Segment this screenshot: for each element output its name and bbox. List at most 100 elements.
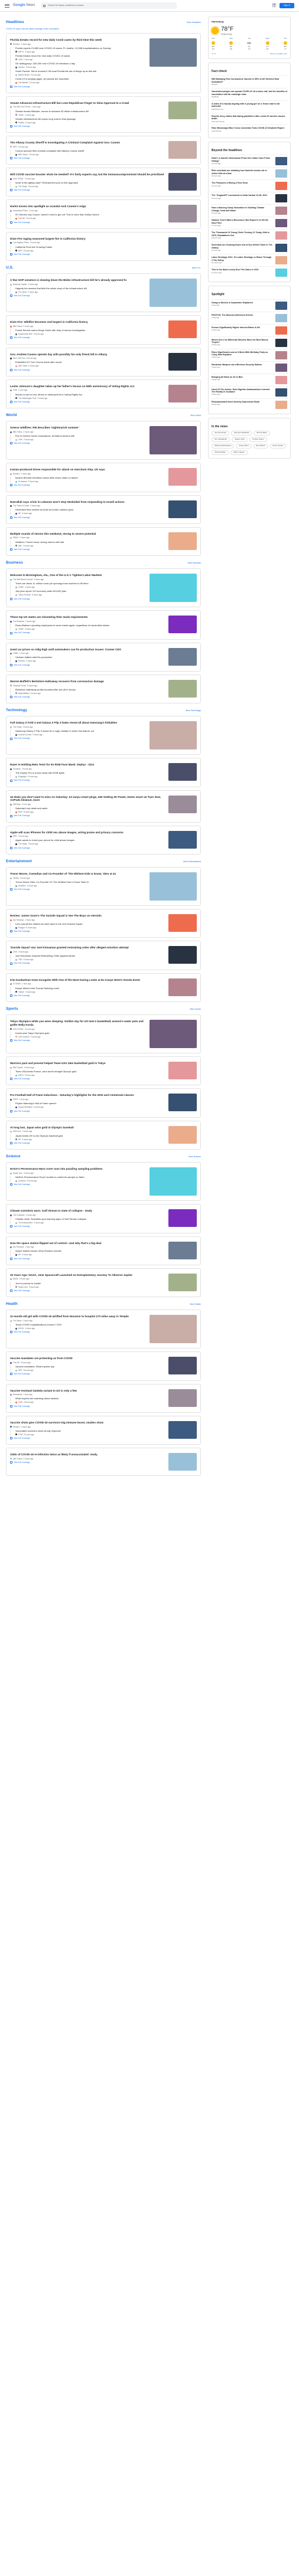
related-story-source[interactable]: Sports Illustrated [18, 1106, 32, 1108]
story-thumbnail[interactable] [168, 795, 197, 813]
view-full-coverage-link[interactable]: View Full Coverage [10, 189, 165, 192]
related-story-source[interactable]: AP [18, 512, 21, 515]
story-title[interactable]: Florida breaks record for new daily Covi… [10, 38, 146, 42]
story-title[interactable]: A few GOP senators is slowing down the B… [10, 279, 146, 282]
story-source[interactable]: Variety [13, 877, 19, 879]
topic-chip[interactable]: Kevin Durant [269, 443, 286, 449]
side-item-title[interactable]: Used Of The Actors: How Nigerian Ambassa… [212, 388, 273, 394]
side-item[interactable]: Which Gen Z to Millennial Sitcoms Have t… [212, 336, 287, 349]
side-item[interactable]: Going to Mexico in September Explained 1 … [212, 299, 287, 312]
related-story-title[interactable]: NY Women say Cuomo 'doesn't need to get … [15, 213, 165, 216]
topic-chip[interactable]: Allyson Felix [232, 437, 248, 442]
view-full-coverage-link[interactable]: View Full Coverage [10, 86, 146, 88]
story-thumbnail[interactable] [168, 468, 197, 486]
story-source[interactable]: USA TODAY [13, 1028, 24, 1030]
side-item-title[interactable]: Plane Significant Look at It Work With B… [212, 351, 273, 356]
story-thumbnail[interactable] [150, 279, 197, 307]
related-story-source[interactable]: AP [18, 1253, 21, 1256]
related-story-title[interactable]: The Zephyr Pro is a face mask with RGB l… [15, 771, 165, 774]
view-full-coverage-link[interactable]: View Full Coverage [10, 1461, 165, 1464]
related-story-source[interactable]: ESPN [18, 1074, 24, 1076]
related-story-source[interactable]: The Hill [18, 217, 25, 220]
story-title[interactable]: Kim Kardashian Goes Incognito With One o… [10, 978, 165, 982]
view-full-coverage-link[interactable]: View Full Coverage [10, 994, 165, 997]
hamburger-menu-icon[interactable] [5, 4, 9, 8]
story-thumbnail[interactable] [150, 1315, 197, 1344]
side-item[interactable]: Bringing All Back on 40 or Bits 4 days ag… [212, 373, 287, 386]
story-title[interactable]: 'Suicide Squad' star Joel Kinnaman grant… [10, 946, 165, 950]
story-source[interactable]: Fox Business [13, 620, 24, 623]
section-more-link[interactable]: More Sports [190, 1008, 201, 1010]
story-thumbnail[interactable] [168, 101, 197, 119]
side-item[interactable]: Plane Significant Look at It Work With B… [212, 348, 287, 361]
view-full-coverage-link[interactable]: View Full Coverage [10, 930, 165, 933]
story-thumbnail[interactable] [168, 763, 197, 781]
search-input[interactable]: Search for topics, locations & sources [41, 2, 177, 9]
side-item-thumbnail[interactable] [275, 301, 287, 310]
related-story-source[interactable]: CNN [18, 1401, 22, 1403]
related-story-title[interactable]: Senate infrastructure bill opens long ro… [15, 117, 165, 120]
related-story-source[interactable]: STAT [18, 1433, 23, 1436]
story-title[interactable]: Review: James Gunn's The Suicide Squad i… [10, 914, 165, 918]
view-full-coverage-link[interactable]: View Full Coverage [10, 631, 165, 634]
story-thumbnail[interactable] [168, 532, 197, 550]
section-more-link[interactable]: More Health [190, 1303, 201, 1305]
story-source[interactable]: The Hill [13, 1361, 20, 1364]
side-item-title[interactable]: The "Sugarcliff" investment is Delta Var… [212, 194, 273, 197]
story-thumbnail[interactable] [168, 1125, 197, 1144]
story-source[interactable]: Newsweek [13, 1393, 22, 1396]
story-thumbnail[interactable] [168, 647, 197, 666]
related-story-source[interactable]: The Verge [18, 843, 27, 845]
story-title[interactable]: How the space station flipped out of con… [10, 1242, 165, 1245]
side-item[interactable]: Rebroadcasted Novel Anxiety Depression B… [212, 398, 287, 411]
story-thumbnail[interactable] [150, 574, 197, 603]
story-source[interactable]: E! Online [13, 983, 21, 985]
related-story-title[interactable]: Fire in Greece forces evacuations, threa… [15, 434, 146, 437]
covid-banner-link[interactable]: COVID-19 news: See the latest coverage o… [6, 28, 201, 30]
story-thumbnail[interactable] [168, 1389, 197, 1407]
related-story-title[interactable]: Space station thrown off by Russian modu… [15, 1249, 165, 1252]
side-item-thumbnail[interactable] [275, 219, 287, 228]
story-source[interactable]: Ars Technica [13, 919, 24, 921]
view-full-coverage-link[interactable]: View Full Coverage [10, 1331, 146, 1334]
view-full-coverage-link[interactable]: View Full Coverage [10, 336, 165, 339]
related-story-source[interactable]: MarketWatch [18, 692, 30, 695]
section-more-link[interactable]: More Business [188, 562, 201, 564]
section-title[interactable]: Sports [6, 1007, 18, 1012]
story-thumbnail[interactable] [168, 500, 197, 518]
story-title[interactable]: Welcome to Birmingham, Ala., One of the … [10, 574, 146, 577]
story-source[interactable]: BBC News [13, 431, 22, 433]
section-more-link[interactable]: More Headlines [187, 21, 201, 24]
story-source[interactable]: CNN [13, 951, 17, 953]
story-source[interactable]: Ars Technica [13, 1246, 24, 1248]
view-full-coverage-link[interactable]: View Full Coverage [10, 696, 165, 698]
story-source[interactable]: Business Insider [13, 283, 27, 286]
view-full-coverage-link[interactable]: View Full Coverage [10, 1373, 165, 1376]
story-source[interactable]: Gizmodo [13, 768, 21, 770]
related-story-source[interactable]: Golf Channel [18, 1036, 30, 1038]
story-thumbnail[interactable] [168, 1094, 197, 1112]
related-story-source[interactable]: Sacramento Bee [18, 333, 32, 335]
side-item-thumbnail[interactable] [275, 388, 287, 397]
section-title[interactable]: U.S. [6, 266, 14, 270]
side-item-thumbnail[interactable] [275, 207, 287, 215]
section-title[interactable]: Health [6, 1302, 18, 1307]
related-story-title[interactable]: California Fires Are Growing Faster [15, 246, 165, 248]
section-more-link[interactable]: More U.S. [192, 267, 201, 269]
side-item[interactable]: Elite scientists are debating how harmfu… [212, 167, 287, 179]
view-full-coverage-link[interactable]: View Full Coverage [10, 888, 146, 891]
topic-chip[interactable]: Sha'Carri Richardson [212, 443, 235, 449]
side-item-title[interactable]: Will Buttigieg Find Coronavirus Vaccine … [212, 78, 287, 83]
story-thumbnail[interactable] [168, 946, 197, 964]
side-item[interactable]: A video of a deputy arguing with a young… [212, 100, 287, 113]
side-item-thumbnail[interactable] [275, 231, 287, 240]
related-story-title[interactable]: Hezbollah fires rockets at Israel as bor… [15, 508, 165, 511]
related-story-source[interactable]: NPR [18, 250, 22, 252]
story-source[interactable]: The Wall Street Journal [13, 578, 32, 581]
story-title[interactable]: These top US states are reinstating thei… [10, 616, 165, 619]
related-story-source[interactable]: Space.com [18, 1286, 28, 1288]
related-story-title[interactable]: Vietnam battles stall Kia production [15, 656, 165, 659]
story-title[interactable]: Iranian-produced drone responsible for a… [10, 468, 165, 472]
view-full-coverage-link[interactable]: View Full Coverage [10, 548, 165, 551]
side-item[interactable]: How a Dancing Camp Innovation Is Tacklin… [212, 204, 287, 217]
